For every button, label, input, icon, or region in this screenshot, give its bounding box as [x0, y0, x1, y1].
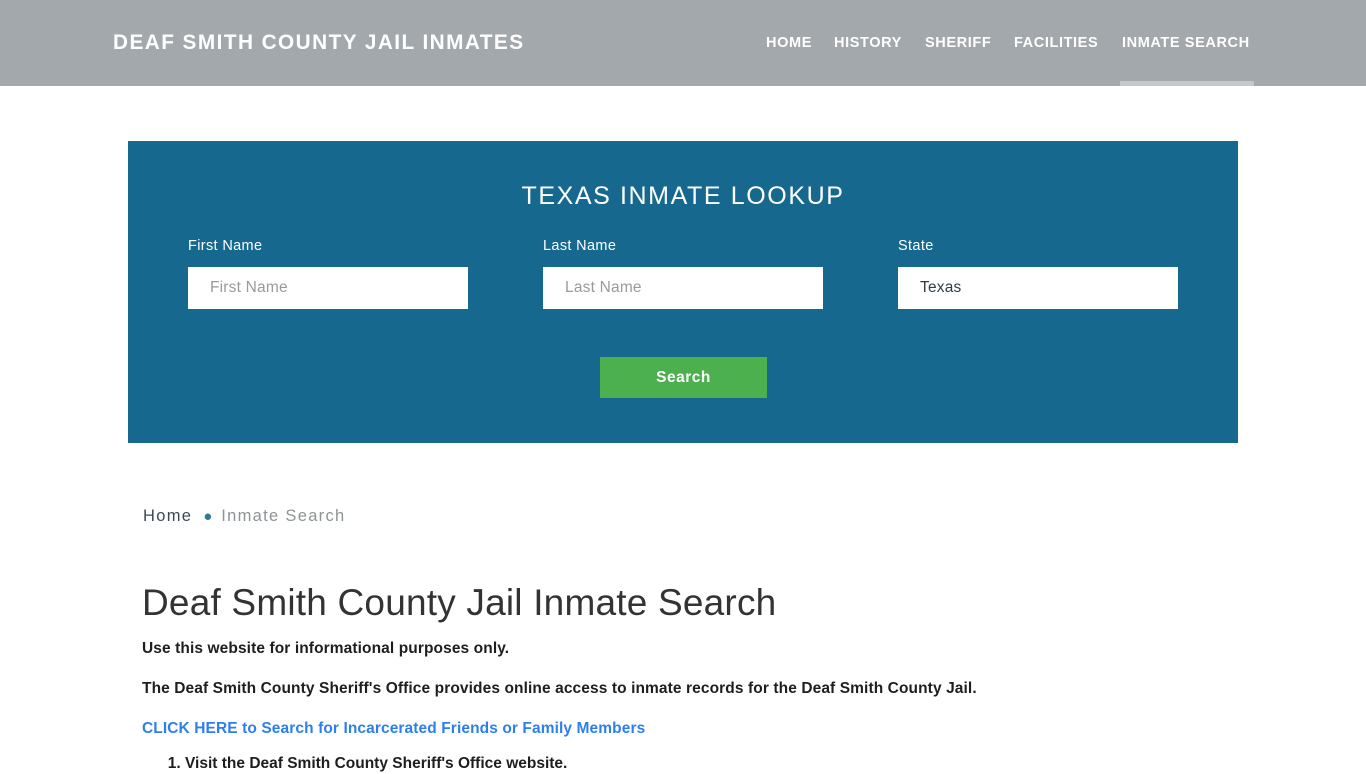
inmate-lookup-panel: Texas Inmate Lookup First Name Last Name…	[128, 141, 1238, 443]
page-title: Deaf Smith County Jail Inmate Search	[142, 582, 777, 623]
nav-item-home[interactable]: Home	[766, 33, 812, 53]
nav-label-home: Home	[765, 34, 812, 51]
nav-item-inmate-search[interactable]: Inmate Search	[1120, 33, 1254, 86]
site-header: Deaf Smith County Jail Inmates Home Hist…	[0, 0, 1366, 86]
first-name-input[interactable]	[188, 267, 468, 309]
last-name-input[interactable]	[543, 267, 823, 309]
field-group-last-name: Last Name	[543, 237, 823, 309]
panel-title: Texas Inmate Lookup	[521, 182, 845, 210]
breadcrumb: Home ● Inmate Search	[143, 506, 346, 527]
first-name-label: First Name	[188, 238, 263, 254]
breadcrumb-home-link[interactable]: Home	[143, 506, 192, 527]
site-title[interactable]: Deaf Smith County Jail Inmates	[113, 30, 525, 56]
steps-list: Visit the Deaf Smith County Sheriff's Of…	[142, 753, 567, 774]
intro-paragraph-1: Use this website for informational purpo…	[142, 640, 510, 657]
state-input[interactable]	[898, 267, 1178, 309]
nav-item-history[interactable]: History	[834, 33, 902, 53]
search-button[interactable]: Search	[600, 357, 767, 398]
nav-item-facilities[interactable]: Facilities	[1014, 33, 1098, 53]
state-label: State	[898, 238, 934, 254]
nav-label-inmate-search: Inmate Search	[1122, 34, 1251, 51]
breadcrumb-separator-icon: ●	[203, 508, 213, 525]
nav-item-sheriff[interactable]: Sheriff	[925, 33, 991, 53]
nav-label-facilities: Facilities	[1014, 34, 1099, 51]
main-navigation: Home History Sheriff Facilities Inmate S…	[766, 33, 1254, 86]
last-name-label: Last Name	[543, 238, 617, 254]
nav-label-sheriff: Sheriff	[925, 34, 992, 51]
list-item: Visit the Deaf Smith County Sheriff's Of…	[185, 753, 567, 774]
nav-active-underline-inmate-search	[1120, 81, 1254, 86]
field-group-first-name: First Name	[188, 237, 468, 309]
intro-paragraph-2: The Deaf Smith County Sheriff's Office p…	[142, 680, 977, 697]
breadcrumb-current-page: Inmate Search	[221, 507, 346, 525]
inmate-search-cta-link[interactable]: CLICK HERE to Search for Incarcerated Fr…	[142, 718, 645, 739]
field-group-state: State	[898, 237, 1178, 309]
nav-label-history: History	[834, 34, 902, 51]
